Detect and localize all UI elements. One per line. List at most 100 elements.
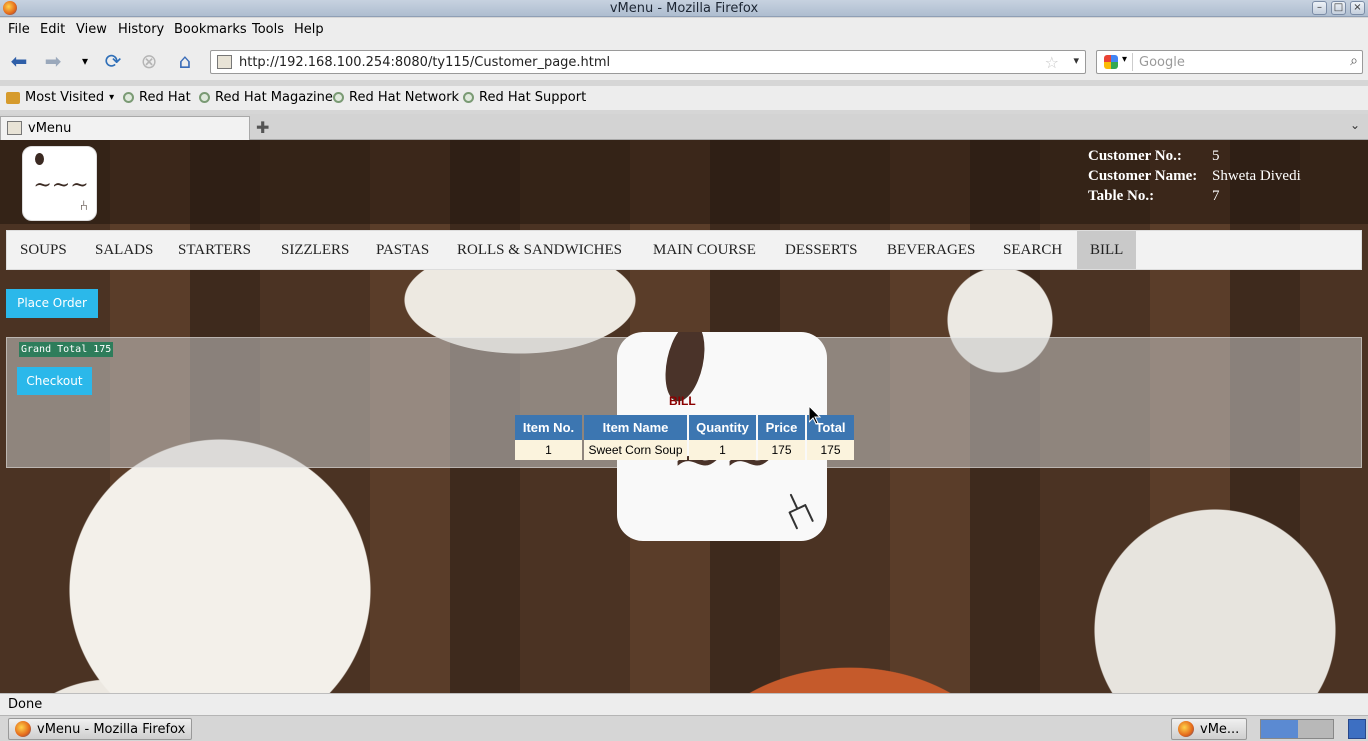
fork-icon: ⑃ (772, 477, 824, 541)
bookmarks-toolbar: Most Visited ▾ Red Hat Red Hat Magazine … (0, 86, 1368, 110)
customer-no-label: Customer No.: (1088, 148, 1182, 164)
mouse-cursor-icon (809, 406, 821, 425)
menu-help[interactable]: Help (294, 22, 324, 37)
bill-title: BILL (669, 394, 696, 408)
bookmark-label: Most Visited (25, 90, 105, 105)
url-text[interactable]: http://192.168.100.254:8080/ty115/Custom… (239, 55, 610, 70)
bookmark-red-hat-support[interactable]: Red Hat Support (463, 90, 586, 105)
bookmark-label: Red Hat Magazine (215, 90, 333, 105)
forward-icon[interactable]: ➡ (40, 49, 66, 73)
url-dropdown-icon[interactable]: ▾ (1073, 54, 1079, 67)
site-favicon-icon (217, 55, 232, 69)
menu-salads[interactable]: SALADS (82, 231, 166, 269)
bookmark-red-hat-network[interactable]: Red Hat Network (333, 90, 459, 105)
bookmark-most-visited[interactable]: Most Visited ▾ (6, 90, 114, 105)
col-quantity: Quantity (689, 415, 756, 440)
url-bar[interactable]: http://192.168.100.254:8080/ty115/Custom… (210, 50, 1086, 74)
logo-script: ~~~ (33, 173, 89, 198)
menu-main-course[interactable]: MAIN COURSE (640, 231, 769, 269)
menu-soups[interactable]: SOUPS (7, 231, 80, 269)
home-icon[interactable]: ⌂ (172, 49, 198, 73)
col-item-no: Item No. (515, 415, 582, 440)
cell-total: 175 (807, 440, 854, 460)
bookmark-star-icon[interactable]: ☆ (1045, 53, 1059, 72)
customer-info: Customer No.: 5 Customer Name: Shweta Di… (1088, 148, 1348, 208)
category-menu: SOUPS SALADS STARTERS SIZZLERS PASTAS RO… (6, 230, 1362, 270)
tab-list-icon[interactable]: ⌄ (1350, 118, 1360, 132)
menu-file[interactable]: File (8, 22, 30, 37)
menu-sizzlers[interactable]: SIZZLERS (268, 231, 362, 269)
menu-search[interactable]: SEARCH (990, 231, 1075, 269)
new-tab-icon[interactable]: ✚ (256, 118, 269, 137)
chevron-down-icon: ▾ (1122, 54, 1128, 65)
spoon-icon (35, 153, 44, 165)
current-workspace[interactable] (1261, 720, 1298, 738)
menu-bookmarks[interactable]: Bookmarks (174, 22, 247, 37)
table-no-value: 7 (1212, 188, 1220, 204)
bookmark-label: Red Hat Network (349, 90, 460, 105)
google-icon (1104, 55, 1118, 69)
status-text: Done (8, 697, 43, 712)
taskbar-vmenu-window[interactable]: vMe... (1171, 718, 1247, 740)
menu-beverages[interactable]: BEVERAGES (874, 231, 988, 269)
vmenu-logo[interactable]: ~~~ ⑃ (22, 146, 97, 221)
back-icon[interactable]: ⬅ (6, 49, 32, 73)
col-price: Price (758, 415, 805, 440)
menu-starters[interactable]: STARTERS (165, 231, 264, 269)
show-desktop-icon[interactable] (1348, 719, 1366, 739)
taskbar-firefox-window[interactable]: vMenu - Mozilla Firefox (8, 718, 192, 740)
workspace-pager[interactable] (1260, 719, 1334, 739)
reload-icon[interactable]: ⟳ (100, 49, 126, 73)
bookmark-red-hat-magazine[interactable]: Red Hat Magazine (199, 90, 333, 105)
checkout-button[interactable]: Checkout (17, 367, 92, 395)
window-titlebar: vMenu - Mozilla Firefox – □ × (0, 0, 1368, 17)
customer-no-value: 5 (1212, 148, 1220, 164)
menu-view[interactable]: View (76, 22, 107, 37)
tab-label: vMenu (28, 121, 72, 136)
grand-total-value: 175 (93, 344, 112, 355)
menu-history[interactable]: History (118, 22, 164, 37)
menu-tools[interactable]: Tools (252, 22, 284, 37)
cell-item-no: 1 (515, 440, 582, 460)
search-engine-selector[interactable]: ▾ (1099, 53, 1133, 71)
bookmark-favicon-icon (463, 92, 474, 103)
customer-name-value: Shweta Divedi (1212, 168, 1301, 184)
menu-edit[interactable]: Edit (40, 22, 65, 37)
customer-name-label: Customer Name: (1088, 168, 1198, 184)
menu-desserts[interactable]: DESSERTS (772, 231, 870, 269)
menu-bill[interactable]: BILL (1077, 231, 1137, 269)
maximize-button[interactable]: □ (1331, 1, 1346, 15)
bookmark-label: Red Hat Support (479, 90, 587, 105)
taskbar: vMenu - Mozilla Firefox vMe... (0, 715, 1368, 741)
history-dropdown-icon[interactable]: ▾ (72, 50, 98, 72)
navigation-toolbar: ⬅ ➡ ▾ ⟳ ⊗ ⌂ http://192.168.100.254:8080/… (0, 42, 1368, 80)
window-title: vMenu - Mozilla Firefox (609, 1, 759, 16)
table-no-label: Table No.: (1088, 188, 1155, 204)
grand-total-label: Grand Total (21, 344, 88, 355)
search-placeholder[interactable]: Google (1139, 55, 1185, 70)
bookmark-label: Red Hat (139, 90, 191, 105)
bookmark-favicon-icon (333, 92, 344, 103)
search-icon[interactable]: ⌕ (1350, 53, 1358, 69)
folder-icon (6, 91, 20, 104)
tab-strip: vMenu ✚ ⌄ (0, 114, 1368, 140)
taskbar-item-label: vMenu - Mozilla Firefox (37, 721, 186, 737)
bookmark-favicon-icon (123, 92, 134, 103)
place-order-button[interactable]: Place Order (6, 289, 98, 318)
close-button[interactable]: × (1350, 1, 1365, 15)
menu-rolls-sandwiches[interactable]: ROLLS & SANDWICHES (444, 231, 635, 269)
tab-vmenu[interactable]: vMenu (0, 116, 250, 140)
search-bar[interactable]: ▾ Google ⌕ (1096, 50, 1363, 74)
taskbar-item-label: vMe... (1200, 721, 1240, 737)
minimize-button[interactable]: – (1312, 1, 1327, 15)
table-row: 1 Sweet Corn Soup 1 175 175 (515, 440, 854, 460)
bookmark-red-hat[interactable]: Red Hat (123, 90, 191, 105)
stop-icon[interactable]: ⊗ (136, 49, 162, 73)
col-item-name: Item Name (584, 415, 687, 440)
site-header: ~~~ ⑃ Customer No.: 5 Customer Name: Shw… (0, 140, 1368, 224)
menu-pastas[interactable]: PASTAS (363, 231, 442, 269)
cell-price: 175 (758, 440, 805, 460)
menubar: File Edit View History Bookmarks Tools H… (0, 18, 1368, 42)
status-bar: Done (0, 693, 1368, 715)
site-favicon-icon (7, 121, 22, 135)
